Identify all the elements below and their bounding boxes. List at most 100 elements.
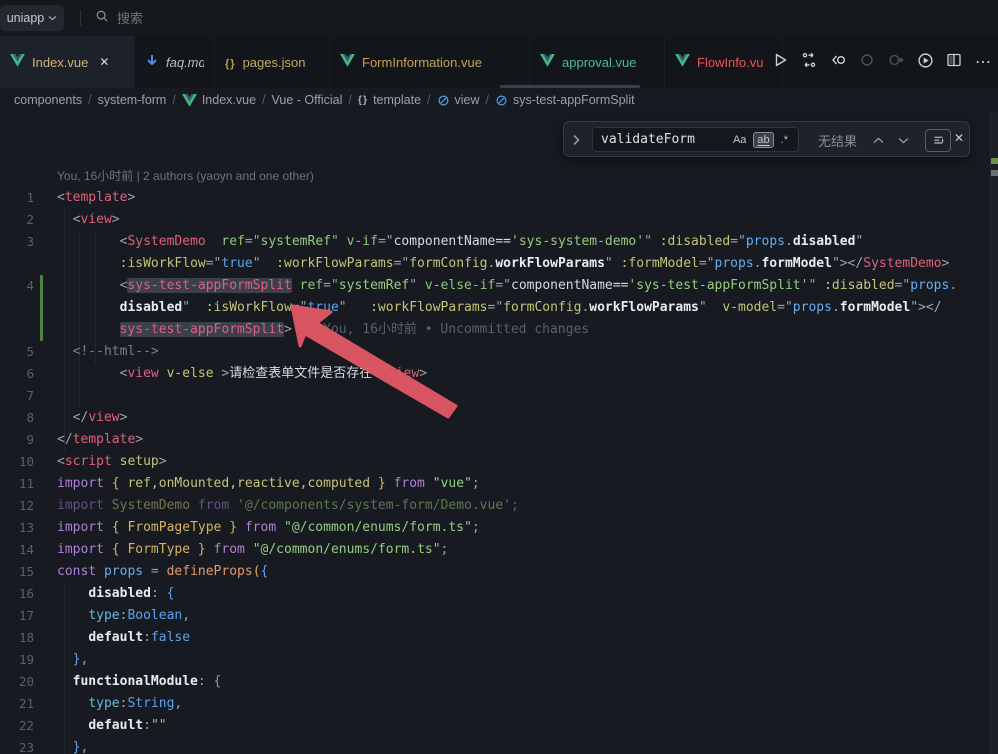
tab-label: faq.md xyxy=(166,55,204,70)
regex-button[interactable]: .* xyxy=(777,132,792,148)
breadcrumb-item-view[interactable]: view xyxy=(437,93,480,107)
code-line-15[interactable]: 15const props = defineProps({ xyxy=(0,561,985,583)
more-actions-button[interactable]: ⋯ xyxy=(972,51,994,73)
code-text: </view> xyxy=(57,407,127,429)
find-input[interactable]: validateForm Aa ab .* xyxy=(592,127,799,152)
line-number: 23 xyxy=(0,737,34,754)
line-number: 5 xyxy=(0,341,34,363)
line-number: 10 xyxy=(0,451,34,473)
code-line-3[interactable]: 3 <SystemDemo ref="systemRef" v-if="comp… xyxy=(0,231,985,253)
code-line-17[interactable]: 17 type:Boolean, xyxy=(0,605,985,627)
breadcrumb-separator: / xyxy=(486,93,489,107)
code-line-10[interactable]: 10<script setup> xyxy=(0,451,985,473)
code-line-wrap[interactable]: sys-test-appFormSplit> You, 16小时前 • Unco… xyxy=(0,319,985,341)
symbol-circle-icon xyxy=(437,94,450,107)
code-line-8[interactable]: 8 </view> xyxy=(0,407,985,429)
code-text: }, xyxy=(57,649,88,671)
code-line-7[interactable]: 7 xyxy=(0,385,985,407)
breadcrumb: components/system-form/Index.vue/Vue - O… xyxy=(14,88,635,112)
code-line-1[interactable]: 1 <template> xyxy=(0,187,985,209)
toggle-replace-chevron-icon[interactable] xyxy=(572,133,580,151)
breadcrumb-label: Vue - Official xyxy=(272,93,343,107)
breadcrumb-item-index-vue[interactable]: Index.vue xyxy=(182,93,256,107)
code-line-21[interactable]: 21 type:String, xyxy=(0,693,985,715)
breadcrumb-label: system-form xyxy=(98,93,167,107)
code-line-5[interactable]: 5 <!--html--> xyxy=(0,341,985,363)
open-preview-button[interactable] xyxy=(827,51,849,73)
breadcrumb-label: template xyxy=(373,93,421,107)
code-text: import { FormType } from "@/common/enums… xyxy=(57,539,448,561)
breadcrumb-item-components[interactable]: components xyxy=(14,93,82,107)
breadcrumb-label: sys-test-appFormSplit xyxy=(513,93,635,107)
project-menu[interactable]: uniapp xyxy=(0,5,64,31)
code-line-6[interactable]: 6 <view v-else >请检查表单文件是否存在</view> xyxy=(0,363,985,385)
run-button[interactable] xyxy=(769,51,791,73)
nav-forward-button[interactable] xyxy=(885,51,907,73)
find-in-selection-button[interactable] xyxy=(925,129,951,152)
whole-word-button[interactable]: ab xyxy=(753,132,773,148)
line-number: 22 xyxy=(0,715,34,737)
close-icon[interactable]: ✕ xyxy=(954,131,964,145)
tab-faq-md[interactable]: faq.md xyxy=(135,36,215,88)
breadcrumb-separator: / xyxy=(262,93,265,107)
tab-pages-json[interactable]: {}pages.json xyxy=(215,36,330,88)
nav-circle-button[interactable] xyxy=(856,51,878,73)
code-line-wrap[interactable]: disabled" :isWorkFlow="true" :workFlowPa… xyxy=(0,297,985,319)
line-number: 18 xyxy=(0,627,34,649)
code-line-20[interactable]: 20 functionalModule: { xyxy=(0,671,985,693)
vue-icon xyxy=(10,54,25,70)
code-text: <SystemDemo ref="systemRef" v-if="compon… xyxy=(57,231,863,253)
overview-ruler[interactable] xyxy=(990,112,998,754)
tab-flowinfo-vu[interactable]: FlowInfo.vu xyxy=(665,36,783,88)
tab-approval-vue[interactable]: approval.vue xyxy=(530,36,665,88)
code-line-22[interactable]: 22 default:"" xyxy=(0,715,985,737)
breadcrumb-label: view xyxy=(455,93,480,107)
code-text: }, xyxy=(57,737,88,754)
compare-changes-button[interactable] xyxy=(798,51,820,73)
breadcrumb-label: Index.vue xyxy=(202,93,256,107)
find-next-button[interactable] xyxy=(894,131,912,149)
find-widget: validateForm Aa ab .* 无结果 ✕ xyxy=(563,121,970,157)
line-number: 13 xyxy=(0,517,34,539)
compare-icon xyxy=(801,52,817,72)
code-line-16[interactable]: 16 disabled: { xyxy=(0,583,985,605)
code-line-14[interactable]: 14import { FormType } from "@/common/enu… xyxy=(0,539,985,561)
code-text: <!--html--> xyxy=(57,341,159,363)
breadcrumb-item-system-form[interactable]: system-form xyxy=(98,93,167,107)
find-previous-button[interactable] xyxy=(869,131,887,149)
code-text: type:String, xyxy=(57,693,182,715)
line-number: 15 xyxy=(0,561,34,583)
code-text: default:false xyxy=(57,627,190,649)
code-line-wrap[interactable]: :isWorkFlow="true" :workFlowParams="form… xyxy=(0,253,985,275)
line-number: 1 xyxy=(0,187,34,209)
code-line-18[interactable]: 18 default:false xyxy=(0,627,985,649)
breadcrumb-item-sys-test-appformsplit[interactable]: sys-test-appFormSplit xyxy=(495,93,635,107)
vue-icon xyxy=(675,54,690,70)
code-line-23[interactable]: 23 }, xyxy=(0,737,985,754)
code-text: <template> xyxy=(57,187,135,209)
line-number: 2 xyxy=(0,209,34,231)
tab-label: FormInformation.vue xyxy=(362,55,482,70)
tab-forminformation-vue[interactable]: FormInformation.vue xyxy=(330,36,530,88)
tab-index-vue[interactable]: Index.vue✕ xyxy=(0,36,135,88)
code-line-12[interactable]: 12import SystemDemo from '@/components/s… xyxy=(0,495,985,517)
code-text: functionalModule: { xyxy=(57,671,221,693)
code-line-9[interactable]: 9</template> xyxy=(0,429,985,451)
chevron-down-icon xyxy=(48,11,57,25)
close-icon[interactable]: ✕ xyxy=(99,55,109,69)
code-line-2[interactable]: 2 <view> xyxy=(0,209,985,231)
circle-arrow-icon xyxy=(888,52,904,72)
breadcrumb-item-template[interactable]: {}template xyxy=(358,93,421,107)
match-case-button[interactable]: Aa xyxy=(729,132,750,148)
line-number: 7 xyxy=(0,385,34,407)
code-line-11[interactable]: 11import { ref,onMounted,reactive,comput… xyxy=(0,473,985,495)
breadcrumb-item-vue-official[interactable]: Vue - Official xyxy=(272,93,343,107)
run-code-button[interactable] xyxy=(914,51,936,73)
code-line-4[interactable]: 4 <sys-test-appFormSplit ref="systemRef"… xyxy=(0,275,985,297)
run-icon xyxy=(772,52,788,72)
code-line-19[interactable]: 19 }, xyxy=(0,649,985,671)
split-editor-button[interactable] xyxy=(943,51,965,73)
code-line-13[interactable]: 13import { FromPageType } from "@/common… xyxy=(0,517,985,539)
global-search[interactable]: 搜索 xyxy=(95,8,143,27)
editor-pane[interactable]: You, 16小时前 | 2 authors (yaoyn and one ot… xyxy=(0,112,998,754)
